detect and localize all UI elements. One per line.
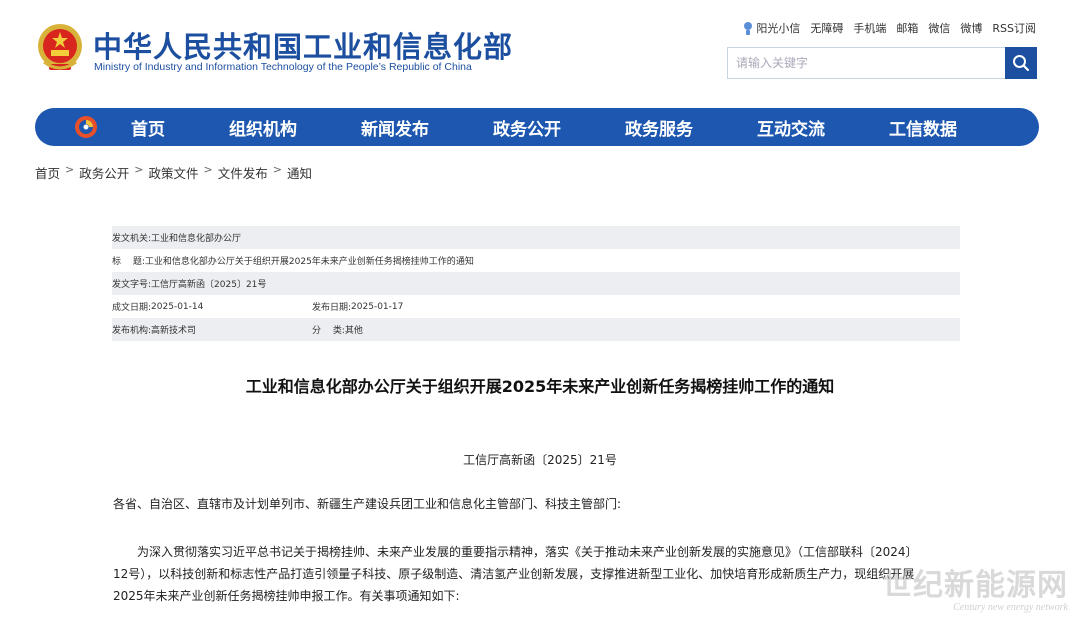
top-link-wechat[interactable]: 微信 (928, 20, 950, 36)
watermark: 世纪新能源网 Century new energy network (882, 560, 1068, 613)
document-number: 工信厅高新函〔2025〕21号 (463, 453, 617, 467)
sunshine-mascot-icon (744, 22, 753, 35)
meta-label: 发文字号: (112, 280, 152, 290)
meta-row-issuer: 发文机关: 工业和信息化部办公厅 (112, 226, 960, 249)
meta-label: 分 类: (312, 326, 345, 336)
nav-items: 首页 组织机构 新闻发布 政务公开 政务服务 互动交流 工信数据 (115, 108, 957, 146)
top-link-accessibility[interactable]: 无障碍 (810, 20, 843, 36)
top-links: 阳光小信 无障碍 手机端 邮箱 微信 微博 RSS订阅 (743, 20, 1036, 36)
meta-docno: 工信厅高新函〔2025〕21号 (151, 280, 267, 290)
top-link-mail[interactable]: 邮箱 (896, 20, 918, 36)
breadcrumb-home[interactable]: 首页 (35, 163, 60, 182)
site-title: 中华人民共和国工业和信息化部 (93, 30, 514, 64)
meta-label: 发布机构: (112, 326, 152, 336)
chevron-right-icon: > (65, 163, 75, 176)
top-link-weibo[interactable]: 微博 (960, 20, 982, 36)
breadcrumb: 首页 > 政务公开 > 政策文件 > 文件发布 > 通知 (35, 163, 312, 182)
meta-label: 成文日期: (112, 303, 152, 313)
top-link-mobile[interactable]: 手机端 (853, 20, 886, 36)
main-nav: 首页 组织机构 新闻发布 政务公开 政务服务 互动交流 工信数据 (35, 108, 1039, 146)
meta-published: 2025-01-17 (351, 301, 404, 312)
top-link-rss[interactable]: RSS订阅 (992, 20, 1036, 36)
nav-item-home[interactable]: 首页 (131, 115, 165, 140)
document-title: 工业和信息化部办公厅关于组织开展2025年未来产业创新任务揭榜挂帅工作的通知 (245, 377, 835, 396)
meta-org-cell: 发布机构: 高新技术司 (112, 323, 312, 336)
breadcrumb-policy-files[interactable]: 政策文件 (148, 163, 198, 182)
nav-item-government-affairs[interactable]: 政务公开 (493, 115, 561, 140)
search-icon (1013, 55, 1030, 72)
site-subtitle: Ministry of Industry and Information Tec… (94, 61, 472, 73)
meta-row-org: 发布机构: 高新技术司 分 类: 其他 (112, 318, 960, 341)
breadcrumb-government-affairs[interactable]: 政务公开 (79, 163, 129, 182)
site-header: 中华人民共和国工业和信息化部 Ministry of Industry and … (0, 0, 1080, 105)
meta-label: 发文机关: (112, 234, 152, 244)
meta-label: 标 题: (112, 257, 145, 267)
nav-item-government-services[interactable]: 政务服务 (625, 115, 693, 140)
search-input[interactable] (728, 48, 1006, 78)
top-link-label: 阳光小信 (756, 22, 801, 35)
search-box (727, 47, 1037, 79)
meta-org: 高新技术司 (151, 326, 197, 336)
meta-published-cell: 发布日期: 2025-01-17 (312, 300, 404, 314)
ministry-logo-icon (75, 116, 97, 138)
paragraph-line-text: 为深入贯彻落实习近平总书记关于揭榜挂帅、未来产业发展的重要指示精神，落实《关于推… (137, 545, 918, 559)
meta-issuer: 工业和信息化部办公厅 (151, 234, 242, 244)
nav-item-news[interactable]: 新闻发布 (361, 115, 429, 140)
meta-category-cell: 分 类: 其他 (312, 323, 363, 336)
meta-title: 工业和信息化部办公厅关于组织开展2025年未来产业创新任务揭榜挂帅工作的通知 (144, 257, 474, 267)
breadcrumb-notice[interactable]: 通知 (287, 163, 312, 182)
nav-item-interaction[interactable]: 互动交流 (757, 115, 825, 140)
meta-created-cell: 成文日期: 2025-01-14 (112, 300, 312, 314)
chevron-right-icon: > (272, 163, 282, 176)
chevron-right-icon: > (203, 163, 213, 176)
nav-item-organization[interactable]: 组织机构 (229, 115, 297, 140)
search-button[interactable] (1005, 47, 1037, 79)
meta-label: 发布日期: (312, 303, 352, 313)
document-metadata: 发文机关: 工业和信息化部办公厅 标 题: 工业和信息化部办公厅关于组织开展20… (112, 226, 960, 341)
nav-item-data[interactable]: 工信数据 (889, 115, 957, 140)
breadcrumb-file-release[interactable]: 文件发布 (218, 163, 268, 182)
top-link-sunshine[interactable]: 阳光小信 (743, 20, 800, 36)
watermark-main: 世纪新能源网 (882, 568, 1068, 603)
national-emblem-icon (38, 24, 82, 70)
document-addressee: 各省、自治区、直辖市及计划单列市、新疆生产建设兵团工业和信息化主管部门、科技主管… (113, 497, 622, 511)
meta-category: 其他 (344, 326, 363, 336)
chevron-right-icon: > (134, 163, 144, 176)
meta-row-docno: 发文字号: 工信厅高新函〔2025〕21号 (112, 272, 960, 295)
meta-row-title: 标 题: 工业和信息化部办公厅关于组织开展2025年未来产业创新任务揭榜挂帅工作… (112, 249, 960, 272)
meta-created: 2025-01-14 (151, 301, 204, 312)
meta-row-dates: 成文日期: 2025-01-14 发布日期: 2025-01-17 (112, 295, 960, 318)
